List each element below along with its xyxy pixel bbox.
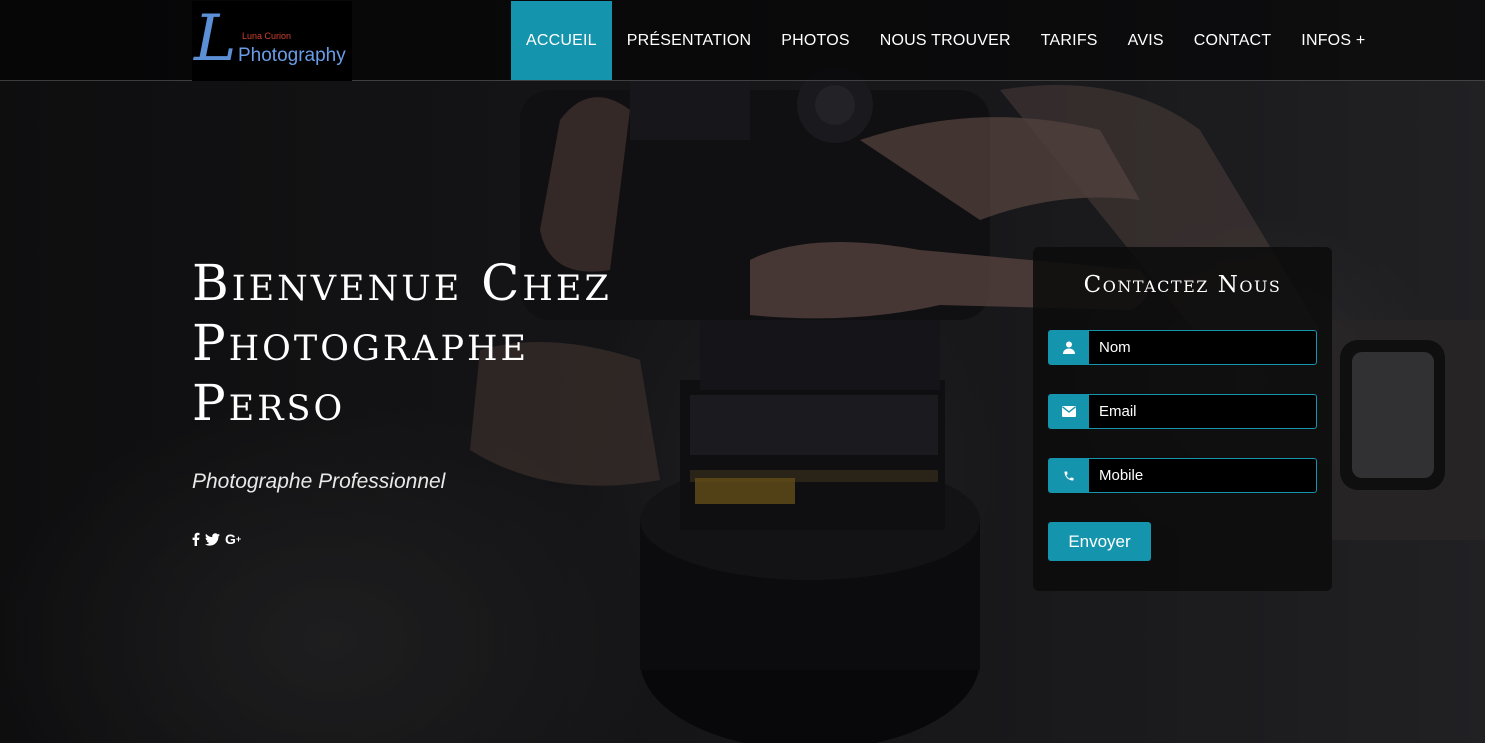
nav-item-photos[interactable]: PHOTOS [766,1,864,80]
site-logo[interactable]: L Luna Curion Photography [192,1,352,81]
email-input[interactable] [1089,395,1316,428]
phone-icon [1049,459,1089,492]
envelope-icon [1049,395,1089,428]
logo-small-text: Luna Curion [242,31,292,41]
main-nav: ACCUEIL PRÉSENTATION PHOTOS NOUS TROUVER… [511,1,1380,80]
nav-item-contact[interactable]: CONTACT [1179,1,1287,80]
google-plus-icon[interactable]: G + [225,530,241,548]
name-field[interactable] [1048,330,1317,365]
hero-subtitle: Photographe Professionnel [192,470,446,493]
name-input[interactable] [1089,331,1316,364]
top-navbar: L Luna Curion Photography ACCUEIL PRÉSEN… [0,0,1485,81]
facebook-icon[interactable] [192,530,200,548]
user-icon [1049,331,1089,364]
nav-item-accueil[interactable]: ACCUEIL [511,1,612,80]
hero-headline-line-1: Bienvenue Chez [192,254,612,312]
social-links: G + [192,530,241,548]
logo-big-text: Photography [238,45,346,66]
nav-item-tarifs[interactable]: TARIFS [1026,1,1113,80]
hero-headline-line-3: Perso [192,374,346,432]
mobile-input[interactable] [1089,459,1316,492]
nav-item-avis[interactable]: AVIS [1113,1,1179,80]
twitter-icon[interactable] [205,530,220,548]
contact-form-title: Contactez Nous [1083,272,1282,298]
mobile-field[interactable] [1048,458,1317,493]
send-button[interactable]: Envoyer [1048,522,1151,561]
logo-mark: L [194,2,237,76]
hero-headline: Bienvenue Chez Photographe Perso [192,253,752,433]
nav-item-presentation[interactable]: PRÉSENTATION [612,1,767,80]
email-field[interactable] [1048,394,1317,429]
nav-item-infos[interactable]: INFOS + [1286,1,1380,80]
hero-headline-line-2: Photographe [192,314,530,372]
nav-item-nous-trouver[interactable]: NOUS TROUVER [865,1,1026,80]
